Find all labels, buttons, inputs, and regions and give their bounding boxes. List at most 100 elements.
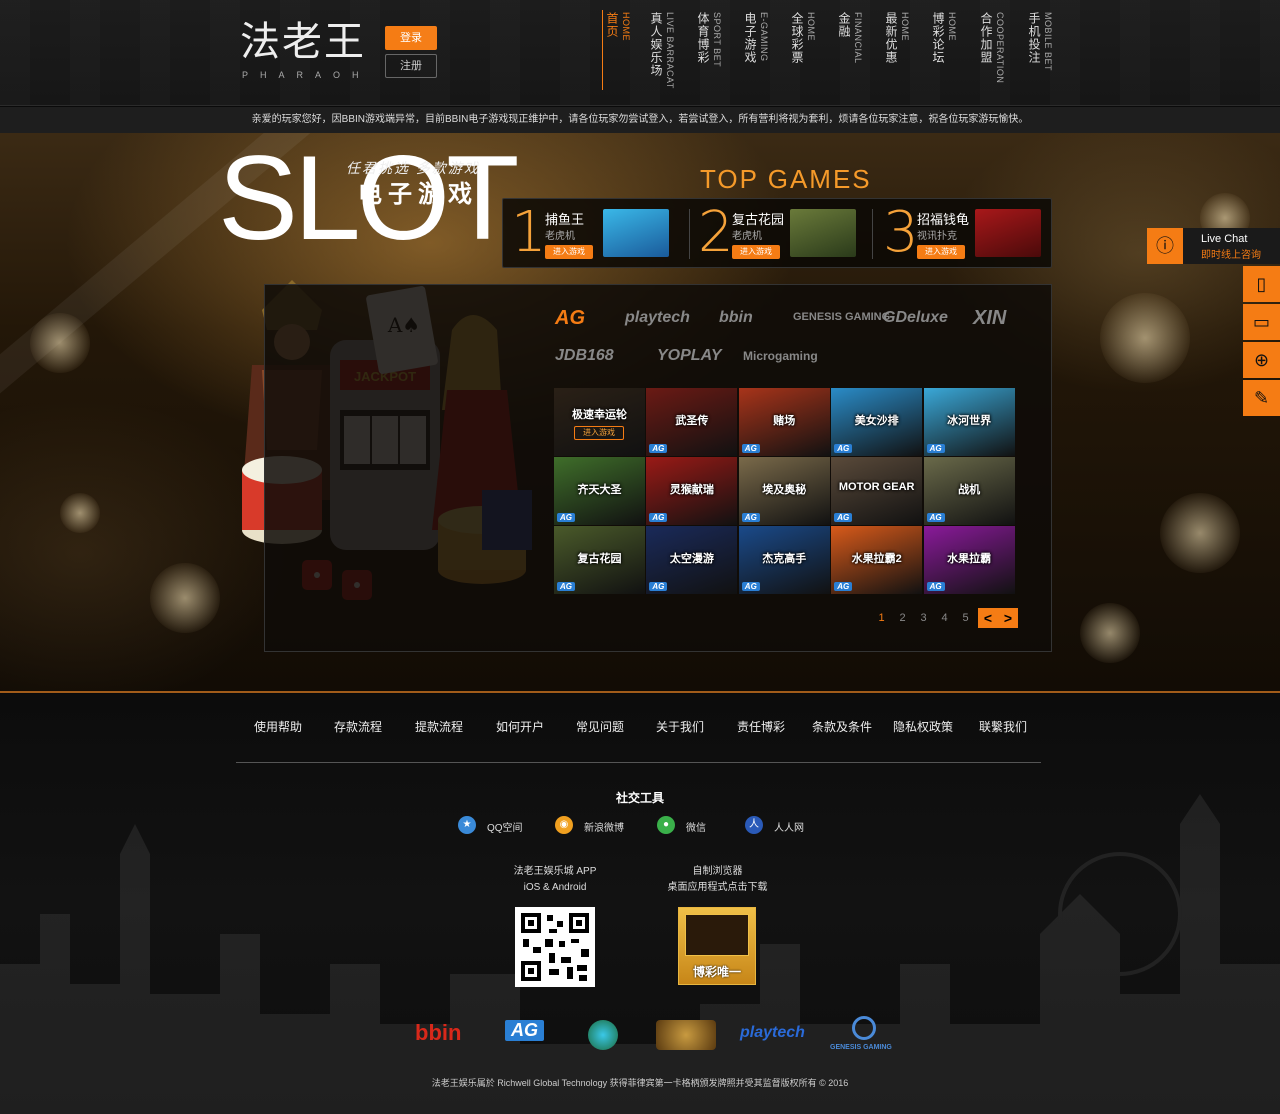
provider-ag[interactable]: AG (555, 307, 585, 330)
game-tile[interactable]: 水果拉霸 AG (923, 526, 1015, 594)
ag-badge: AG (649, 444, 668, 453)
game-tile[interactable]: 齐天大圣 AG (554, 457, 645, 525)
partner-genesis: GENESIS GAMING (830, 1044, 892, 1051)
top-game-2[interactable]: 2 复古花园 老虎机 进入游戏 (690, 199, 870, 269)
footer-divider (236, 762, 1041, 763)
register-button[interactable]: 注册 (385, 54, 437, 78)
globe-icon[interactable]: ⊕ (1243, 342, 1280, 378)
nav-item-lottery[interactable]: 全球彩票 HOME (790, 12, 816, 92)
footer-link-faq[interactable]: 常见问题 (576, 718, 624, 735)
game-tile[interactable]: 水果拉霸2 AG (831, 526, 923, 594)
game-tile[interactable]: 灵猴献瑞 AG (646, 457, 738, 525)
game-tile[interactable]: 杰克高手 AG (738, 526, 830, 594)
game-tile[interactable]: 极速幸运轮 进入游戏 (554, 388, 645, 456)
footer-link-responsible[interactable]: 责任博彩 (737, 718, 785, 735)
nav-item-live-casino[interactable]: 真人娱乐场 LIVE BARRACAT (649, 12, 675, 92)
enter-game-button[interactable]: 进入游戏 (732, 245, 780, 259)
notice-marquee: 亲爱的玩家您好，因BBIN游戏端异常，目前BBIN电子游戏现正维护中，请各位玩家… (0, 107, 1280, 133)
provider-bbin[interactable]: bbin (719, 309, 753, 327)
enter-game-button[interactable]: 进入游戏 (545, 245, 593, 259)
game-title: 埃及奥秘 (762, 484, 807, 496)
site-header: 法老王 PHARAOH 登录 注册 首页 HOME 真人娱乐场 LIVE BAR… (0, 0, 1280, 106)
logo-text: 法老王 (240, 19, 366, 65)
ag-badge: AG (834, 582, 853, 591)
footer-link-about[interactable]: 关于我们 (656, 718, 704, 735)
mobile-phone-icon[interactable]: ▯ (1243, 266, 1280, 302)
game-tile[interactable]: 赌场 AG (738, 388, 830, 456)
brush-tool-icon[interactable]: ✎ (1243, 380, 1280, 416)
app-qr-code[interactable] (515, 907, 595, 987)
footer-link-terms[interactable]: 条款及条件 (812, 718, 872, 735)
nav-label-en: E-GAMING (759, 12, 769, 62)
login-button[interactable]: 登录 (385, 26, 437, 50)
nav-item-home[interactable]: 首页 HOME (605, 12, 631, 92)
game-title: 复古花园 (577, 553, 622, 565)
top-game-type: 老虎机 (545, 231, 575, 242)
nav-item-cooperation[interactable]: 合作加盟 COOPERATION (979, 12, 1005, 92)
nav-label-cn: 体育博彩 (696, 12, 710, 64)
weibo-icon: ◉ (555, 816, 573, 834)
provider-playtech[interactable]: playtech (625, 309, 690, 327)
social-label: 人人网 (774, 823, 804, 834)
ag-badge: AG (649, 582, 668, 591)
enter-game-button[interactable]: 进入游戏 (574, 426, 624, 440)
page-3[interactable]: 3 (913, 612, 934, 624)
page-5[interactable]: 5 (955, 612, 976, 624)
game-tile[interactable]: 战机 AG (923, 457, 1015, 525)
ag-badge: AG (834, 513, 853, 522)
game-tile[interactable]: 复古花园 AG (554, 526, 645, 594)
browser-download-banner[interactable]: 博彩唯一 (678, 907, 756, 985)
provider-xin[interactable]: XIN (973, 307, 1006, 330)
footer-link-privacy[interactable]: 隐私权政策 (893, 718, 953, 735)
nav-item-egaming[interactable]: 电子游戏 E-GAMING (743, 12, 769, 92)
game-thumbnail[interactable] (790, 209, 856, 257)
browser-desc: 桌面应用程式点击下载 (667, 882, 768, 893)
page-4[interactable]: 4 (934, 612, 955, 624)
provider-genesis[interactable]: GENESIS GAMING (793, 311, 890, 323)
game-thumbnail[interactable] (975, 209, 1041, 257)
provider-gdeluxe[interactable]: GDeluxe (883, 309, 948, 327)
game-thumbnail[interactable] (603, 209, 669, 257)
site-logo[interactable]: 法老王 PHARAOH (240, 18, 376, 82)
provider-microgaming[interactable]: Microgaming (743, 349, 818, 363)
app-download-text: 法老王娱乐城 APP iOS & Android (495, 864, 615, 896)
live-chat-button[interactable]: ⓘ Live Chat 即时线上咨询 (1147, 228, 1280, 264)
game-tile[interactable]: 美女沙排 AG (831, 388, 923, 456)
gebo-logo-icon (656, 1020, 716, 1050)
page-1[interactable]: 1 (871, 612, 892, 624)
footer-link-open-account[interactable]: 如何开户 (496, 718, 544, 735)
page-2[interactable]: 2 (892, 612, 913, 624)
bokeh-light (150, 563, 220, 633)
browser-title: 自制浏览器 (692, 866, 743, 877)
footer-link-help[interactable]: 使用帮助 (254, 718, 302, 735)
nav-item-promotions[interactable]: 最新优惠 HOME (884, 12, 910, 92)
footer-link-withdraw[interactable]: 提款流程 (415, 718, 463, 735)
game-tile[interactable]: 太空漫游 AG (646, 526, 738, 594)
provider-jdb168[interactable]: JDB168 (555, 347, 614, 365)
nav-label-cn: 最新优惠 (884, 12, 898, 64)
prev-page-button[interactable]: < (978, 608, 998, 628)
game-tile[interactable]: MOTOR GEAR AG (831, 457, 923, 525)
nav-item-mobile[interactable]: 手机投注 MOBILE BET (1027, 12, 1053, 92)
provider-yoplay[interactable]: YOPLAY (657, 347, 722, 365)
nav-item-forum[interactable]: 博彩论坛 HOME (931, 12, 957, 92)
footer-link-contact[interactable]: 联繫我们 (979, 718, 1027, 735)
nav-item-financial[interactable]: 金融 FINANCIAL (837, 12, 863, 92)
top-games-bar: 1 捕鱼王 老虎机 进入游戏 2 复古花园 老虎机 进入游戏 3 招福钱龟 视讯… (502, 198, 1052, 268)
partner-logos: bbin AG playtech GENESIS GAMING (0, 1016, 1280, 1056)
game-tile[interactable]: 武圣传 AG (646, 388, 738, 456)
top-game-3[interactable]: 3 招福钱龟 视讯扑克 进入游戏 (875, 199, 1053, 269)
game-tile[interactable]: 冰河世界 AG (923, 388, 1015, 456)
footer-link-deposit[interactable]: 存款流程 (334, 718, 382, 735)
top-game-1[interactable]: 1 捕鱼王 老虎机 进入游戏 (503, 199, 686, 269)
city-skyline-background (0, 794, 1280, 1114)
top-game-name: 捕鱼王 (545, 212, 585, 227)
desktop-monitor-icon[interactable]: ▭ (1243, 304, 1280, 340)
top-game-rank: 1 (511, 200, 547, 265)
enter-game-button[interactable]: 进入游戏 (917, 245, 965, 259)
game-tile[interactable]: 埃及奥秘 AG (738, 457, 830, 525)
qq-zone-icon: ★ (458, 816, 476, 834)
nav-item-sport[interactable]: 体育博彩 SPORT BET (696, 12, 722, 92)
next-page-button[interactable]: > (998, 608, 1018, 628)
nav-label-cn: 手机投注 (1027, 12, 1041, 64)
